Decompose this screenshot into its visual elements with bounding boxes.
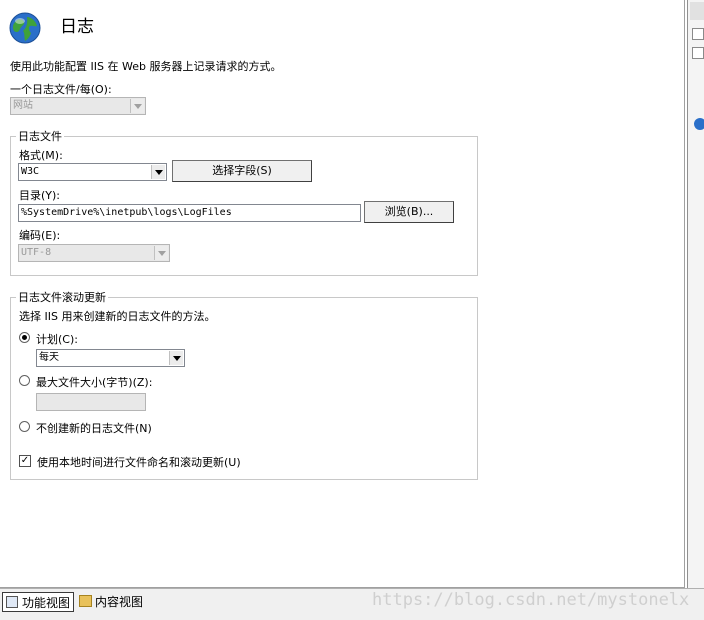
max-size-label: 最大文件大小(字节)(Z):: [36, 376, 153, 389]
select-fields-button[interactable]: 选择字段(S): [172, 160, 312, 182]
document-icon[interactable]: [692, 28, 704, 40]
chevron-down-icon: [154, 246, 168, 260]
format-select[interactable]: W3C: [18, 163, 167, 181]
local-time-label: 使用本地时间进行文件命名和滚动更新(U): [37, 456, 241, 469]
directory-input[interactable]: %SystemDrive%\inetpub\logs\LogFiles: [18, 204, 361, 222]
chevron-down-icon: [169, 351, 183, 365]
document-icon[interactable]: [692, 47, 704, 59]
directory-label: 目录(Y):: [19, 189, 61, 202]
rollover-legend: 日志文件滚动更新: [16, 289, 108, 305]
content-view-label: 内容视图: [95, 595, 144, 609]
feature-view-label: 功能视图: [22, 596, 71, 610]
no-new-log-label: 不创建新的日志文件(N): [36, 422, 152, 435]
help-icon[interactable]: [694, 118, 704, 130]
actions-panel: [687, 0, 704, 588]
rollover-description: 选择 IIS 用来创建新的日志文件的方法。: [19, 310, 216, 323]
schedule-select[interactable]: 每天: [36, 349, 185, 367]
logging-feature-page: 日志 使用此功能配置 IIS 在 Web 服务器上记录请求的方式。 一个日志文件…: [0, 0, 685, 588]
one-log-per-select[interactable]: 网站: [10, 97, 146, 115]
local-time-checkbox[interactable]: ✓: [19, 455, 31, 467]
log-file-legend: 日志文件: [16, 128, 64, 144]
actions-header: [690, 2, 704, 20]
folder-icon: [79, 595, 92, 607]
content-view-tab[interactable]: 内容视图: [76, 592, 146, 612]
browse-button[interactable]: 浏览(B)...: [364, 201, 454, 223]
page-title: 日志: [60, 17, 94, 37]
chevron-down-icon: [151, 165, 165, 179]
page-description: 使用此功能配置 IIS 在 Web 服务器上记录请求的方式。: [10, 60, 282, 73]
schedule-radio[interactable]: [19, 332, 30, 343]
encoding-value: UTF-8: [21, 247, 52, 258]
format-label: 格式(M):: [19, 149, 63, 162]
encoding-select[interactable]: UTF-8: [18, 244, 170, 262]
feature-view-tab[interactable]: 功能视图: [2, 592, 75, 612]
globe-icon: [9, 12, 41, 44]
feature-view-icon: [6, 596, 18, 608]
schedule-label: 计划(C):: [36, 333, 78, 346]
chevron-down-icon: [130, 99, 144, 113]
watermark: https://blog.csdn.net/mystonelx: [372, 590, 690, 610]
format-value: W3C: [21, 166, 40, 177]
one-log-per-label: 一个日志文件/每(O):: [10, 83, 112, 96]
max-size-radio[interactable]: [19, 375, 30, 386]
schedule-value: 每天: [39, 352, 59, 363]
encoding-label: 编码(E):: [19, 229, 61, 242]
no-new-log-radio[interactable]: [19, 421, 30, 432]
max-size-input[interactable]: [36, 393, 146, 411]
one-log-per-value: 网站: [13, 100, 33, 111]
